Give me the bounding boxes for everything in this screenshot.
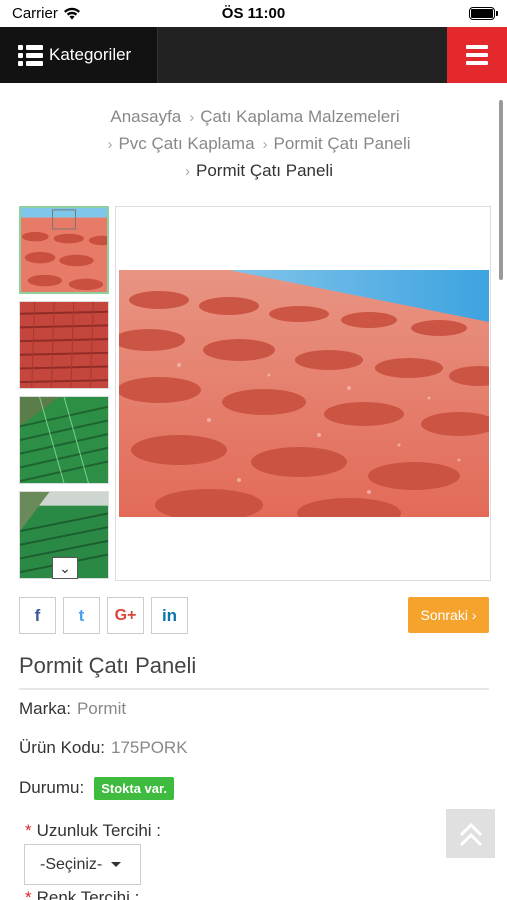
breadcrumb-item-home[interactable]: Anasayfa (110, 107, 181, 126)
length-select[interactable]: -Seçiniz- (24, 844, 141, 885)
hamburger-menu-button[interactable] (447, 27, 507, 83)
status-label: Durumu: (19, 777, 85, 797)
caret-down-icon (111, 862, 122, 867)
brand-value: Pormit (76, 699, 127, 718)
thumbnail-list (19, 206, 110, 586)
next-product-button[interactable]: Sonraki › (408, 597, 489, 633)
thumbnail-3[interactable] (19, 396, 109, 484)
status-row: Durumu: Stokta var. (19, 777, 174, 800)
navbar-spacer (157, 27, 447, 83)
breadcrumb-item-pormit-panel[interactable]: Pormit Çatı Paneli (274, 134, 411, 153)
main-product-image[interactable] (115, 206, 491, 581)
length-option-text: Uzunluk Tercihi : (36, 821, 162, 840)
chevron-right-icon: › (107, 136, 113, 153)
product-code-value: 175PORK (111, 738, 188, 757)
categories-button[interactable]: Kategoriler (0, 27, 157, 83)
linkedin-share-button[interactable]: in (151, 597, 188, 634)
product-title: Pormit Çatı Paneli (19, 653, 197, 678)
product-code-label: Ürün Kodu: (19, 738, 105, 757)
chevron-down-icon[interactable]: ⌄ (52, 557, 78, 579)
carrier-label: Carrier (12, 5, 58, 22)
length-select-value: -Seçiniz- (40, 855, 103, 873)
required-asterisk: * (25, 888, 32, 900)
length-option-label: * Uzunluk Tercihi : (25, 821, 161, 841)
scroll-to-top-button[interactable] (446, 809, 495, 858)
chevron-right-icon: › (262, 136, 268, 153)
googleplus-share-button[interactable]: G+ (107, 597, 144, 634)
facebook-icon: f (34, 605, 41, 625)
status-badge: Stokta var. (94, 777, 174, 800)
breadcrumb-item-pvc-roofing[interactable]: Pvc Çatı Kaplama (118, 134, 254, 153)
battery-icon (469, 7, 498, 20)
brand-label: Marka: (19, 699, 71, 718)
title-divider (19, 688, 489, 690)
wifi-icon (63, 7, 80, 20)
linkedin-icon: in (161, 605, 178, 625)
chevron-right-icon: › (189, 109, 195, 126)
social-share-bar: f t G+ in (19, 597, 188, 634)
twitter-share-button[interactable]: t (63, 597, 100, 634)
list-icon (18, 44, 43, 66)
color-option-label: * Renk Tercihi : (25, 888, 139, 900)
brand-row: Marka: Pormit (19, 699, 126, 719)
required-asterisk: * (25, 821, 32, 840)
thumbnail-1[interactable] (19, 206, 109, 294)
breadcrumb-item-roofing-materials[interactable]: Çatı Kaplama Malzemeleri (200, 107, 399, 126)
double-chevron-up-icon (459, 822, 482, 846)
top-navbar: Kategoriler (0, 27, 507, 83)
chevron-right-icon: › (185, 163, 190, 180)
categories-label: Kategoriler (49, 45, 132, 64)
breadcrumb-current: Pormit Çatı Paneli (196, 161, 333, 180)
status-bar: Carrier ÖS 11:00 (0, 0, 507, 27)
thumbnail-2[interactable] (19, 301, 109, 389)
product-code-row: Ürün Kodu: 175PORK (19, 738, 188, 758)
breadcrumb: Anasayfa › Çatı Kaplama Malzemeleri › Pvc Ç… (20, 104, 490, 185)
carrier-group: Carrier (12, 5, 81, 22)
page-scrollbar[interactable] (499, 100, 503, 280)
googleplus-icon: G+ (114, 606, 137, 624)
color-option-text: Renk Tercihi : (36, 888, 140, 900)
twitter-icon: t (78, 605, 85, 625)
facebook-share-button[interactable]: f (19, 597, 56, 634)
